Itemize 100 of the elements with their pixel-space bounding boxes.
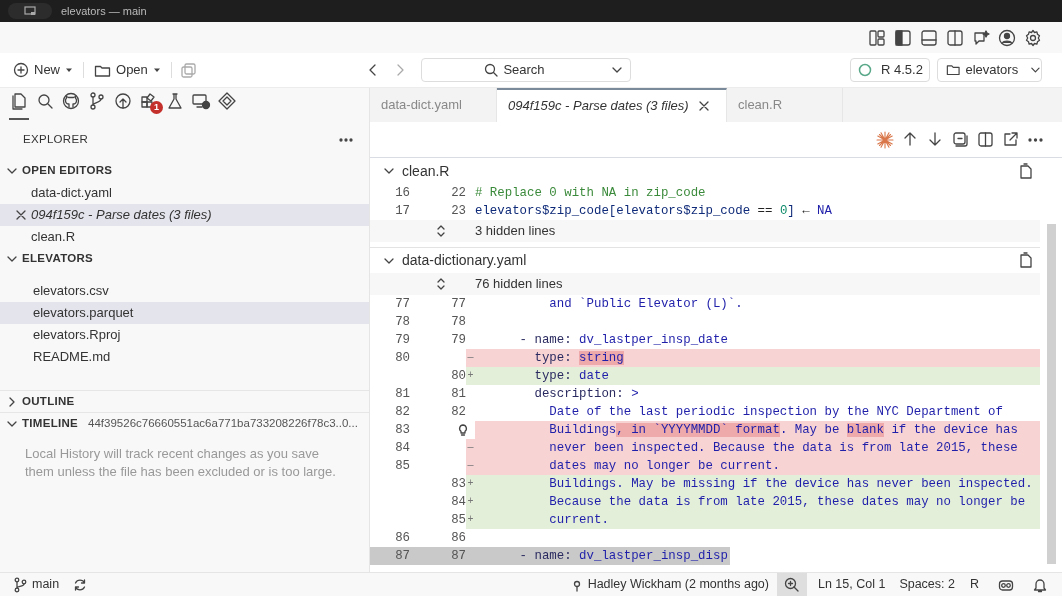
code-line: description: > (533, 386, 640, 403)
remote-monitor-icon (191, 91, 211, 111)
diff-marker: + (466, 511, 475, 529)
open-external-icon[interactable] (1002, 131, 1019, 148)
zoom-button[interactable] (776, 573, 807, 596)
blame-item[interactable]: Hadley Wickham (2 months ago) (571, 575, 769, 594)
line-number: 78 (450, 314, 466, 331)
panel-toggle-icon[interactable] (920, 28, 938, 47)
code-line: - name: dv_lastper_insp_disp (518, 548, 729, 565)
file-item[interactable]: data-dict.yaml (0, 182, 369, 204)
line-number: 86 (394, 530, 410, 547)
expand-icon (435, 277, 447, 291)
collapse-icon[interactable] (952, 131, 969, 148)
more-icon[interactable] (339, 138, 353, 142)
hidden-lines-bar[interactable]: 3 hidden lines (370, 220, 1040, 242)
cursor-position[interactable]: Ln 15, Col 1 (817, 575, 886, 594)
close-icon[interactable] (16, 210, 26, 220)
sparkle-icon[interactable] (876, 130, 894, 149)
line-number: 22 (450, 185, 466, 202)
folder-icon (946, 63, 961, 77)
diff-marker: — (466, 349, 475, 367)
section-header[interactable]: TIMELINE 44f39526c76660551ac6a771ba733208226f78c3..0... (0, 412, 369, 434)
sync-icon[interactable] (73, 577, 88, 592)
notification-badge: 1 (150, 101, 163, 114)
file-item[interactable]: elevators.csv (0, 280, 369, 302)
open-button[interactable]: Open (92, 57, 163, 83)
line-number: 79 (450, 332, 466, 349)
line-number: 81 (394, 386, 410, 403)
line-number: 78 (394, 314, 410, 331)
r-version-button[interactable]: R 4.5.2 (850, 58, 930, 82)
line-number: 77 (450, 296, 466, 313)
line-number: 81 (450, 386, 466, 403)
line-number: 23 (450, 203, 466, 220)
file-item[interactable]: clean.R (0, 226, 369, 248)
code-line: - name: dv_lastper_insp_date (518, 332, 729, 349)
window-switcher[interactable] (8, 3, 52, 19)
diamond-icon (217, 91, 237, 111)
indentation-setting[interactable]: Spaces: 2 (899, 575, 955, 594)
line-number: 87 (394, 548, 410, 565)
line-number: 83 (394, 422, 410, 439)
new-button[interactable]: New (11, 57, 75, 83)
zoom-icon (784, 577, 800, 592)
hidden-lines-bar[interactable]: 76 hidden lines (370, 273, 1040, 295)
line-number: 80 (394, 350, 410, 367)
chat-sparkle-icon[interactable] (972, 28, 990, 47)
line-number: 82 (450, 404, 466, 421)
file-item[interactable]: 094f159c - Parse dates (3 files) (0, 204, 369, 226)
layout-icon[interactable] (868, 28, 886, 47)
bell-icon[interactable] (1033, 576, 1047, 593)
status-circle-icon (858, 63, 872, 77)
files-icon (9, 91, 29, 111)
line-number: 80 (450, 368, 466, 385)
diff-marker: — (466, 457, 475, 475)
diff-marker: + (466, 475, 475, 493)
window-title: elevators — main (61, 3, 147, 19)
settings-icon[interactable] (1024, 28, 1042, 47)
line-number: 84 (394, 440, 410, 457)
search-field[interactable]: Search (421, 58, 631, 82)
line-number: 86 (450, 530, 466, 547)
line-number: 87 (450, 548, 466, 565)
line-number: 79 (394, 332, 410, 349)
line-number: 77 (394, 296, 410, 313)
search-icon (35, 91, 55, 111)
branch-icon (13, 576, 27, 593)
split-editor-icon[interactable] (946, 28, 964, 47)
split-editor-icon[interactable] (977, 131, 994, 148)
code-line: and `Public Elevator (L)`. (548, 296, 744, 313)
source-control-icon (87, 91, 107, 111)
file-item[interactable]: elevators.Rproj (0, 324, 369, 346)
lightbulb-icon[interactable] (457, 423, 468, 437)
section-header[interactable]: OUTLINE (0, 390, 369, 412)
code-line: Date of the last periodic inspection by the NYC Department of (548, 404, 1004, 421)
file-item[interactable]: elevators.parquet (0, 302, 369, 324)
line-number: 84 (450, 494, 466, 511)
code-line: # Replace 0 with NA in zip_code (475, 185, 707, 202)
timeline-message: Local History will track recent changes as you save them unless the file has been excluded or is too large. (25, 445, 337, 481)
language-mode[interactable]: R (969, 575, 979, 594)
diff-marker: — (466, 439, 475, 457)
editor-tab[interactable]: 094f159c - Parse dates (3 files) (497, 88, 727, 122)
search-icon (484, 63, 499, 77)
file-item[interactable]: README.md (0, 346, 369, 368)
activity-tab[interactable] (9, 91, 29, 120)
line-number: 17 (394, 203, 410, 220)
project-button[interactable]: elevators (937, 58, 1042, 82)
section-header[interactable]: OPEN EDITORS (0, 160, 369, 182)
close-icon[interactable] (698, 101, 709, 111)
line-number: 16 (394, 185, 410, 202)
line-number: 85 (450, 512, 466, 529)
file-header[interactable]: clean.R (370, 158, 1040, 184)
diff-marker: + (466, 493, 475, 511)
sidebar-toggle-icon[interactable] (894, 28, 912, 47)
diff-marker: + (466, 367, 475, 385)
account-icon[interactable] (998, 28, 1016, 47)
section-header[interactable]: ELEVATORS (0, 248, 369, 270)
line-number: 85 (394, 458, 410, 475)
branch-button[interactable]: main (13, 575, 60, 594)
expand-icon (435, 224, 447, 238)
scrollbar-thumb[interactable] (1046, 224, 1056, 564)
code-line: elevators$zip_code[elevators$zip_code == 0] ← NA (475, 203, 833, 220)
line-number: 83 (450, 476, 466, 493)
